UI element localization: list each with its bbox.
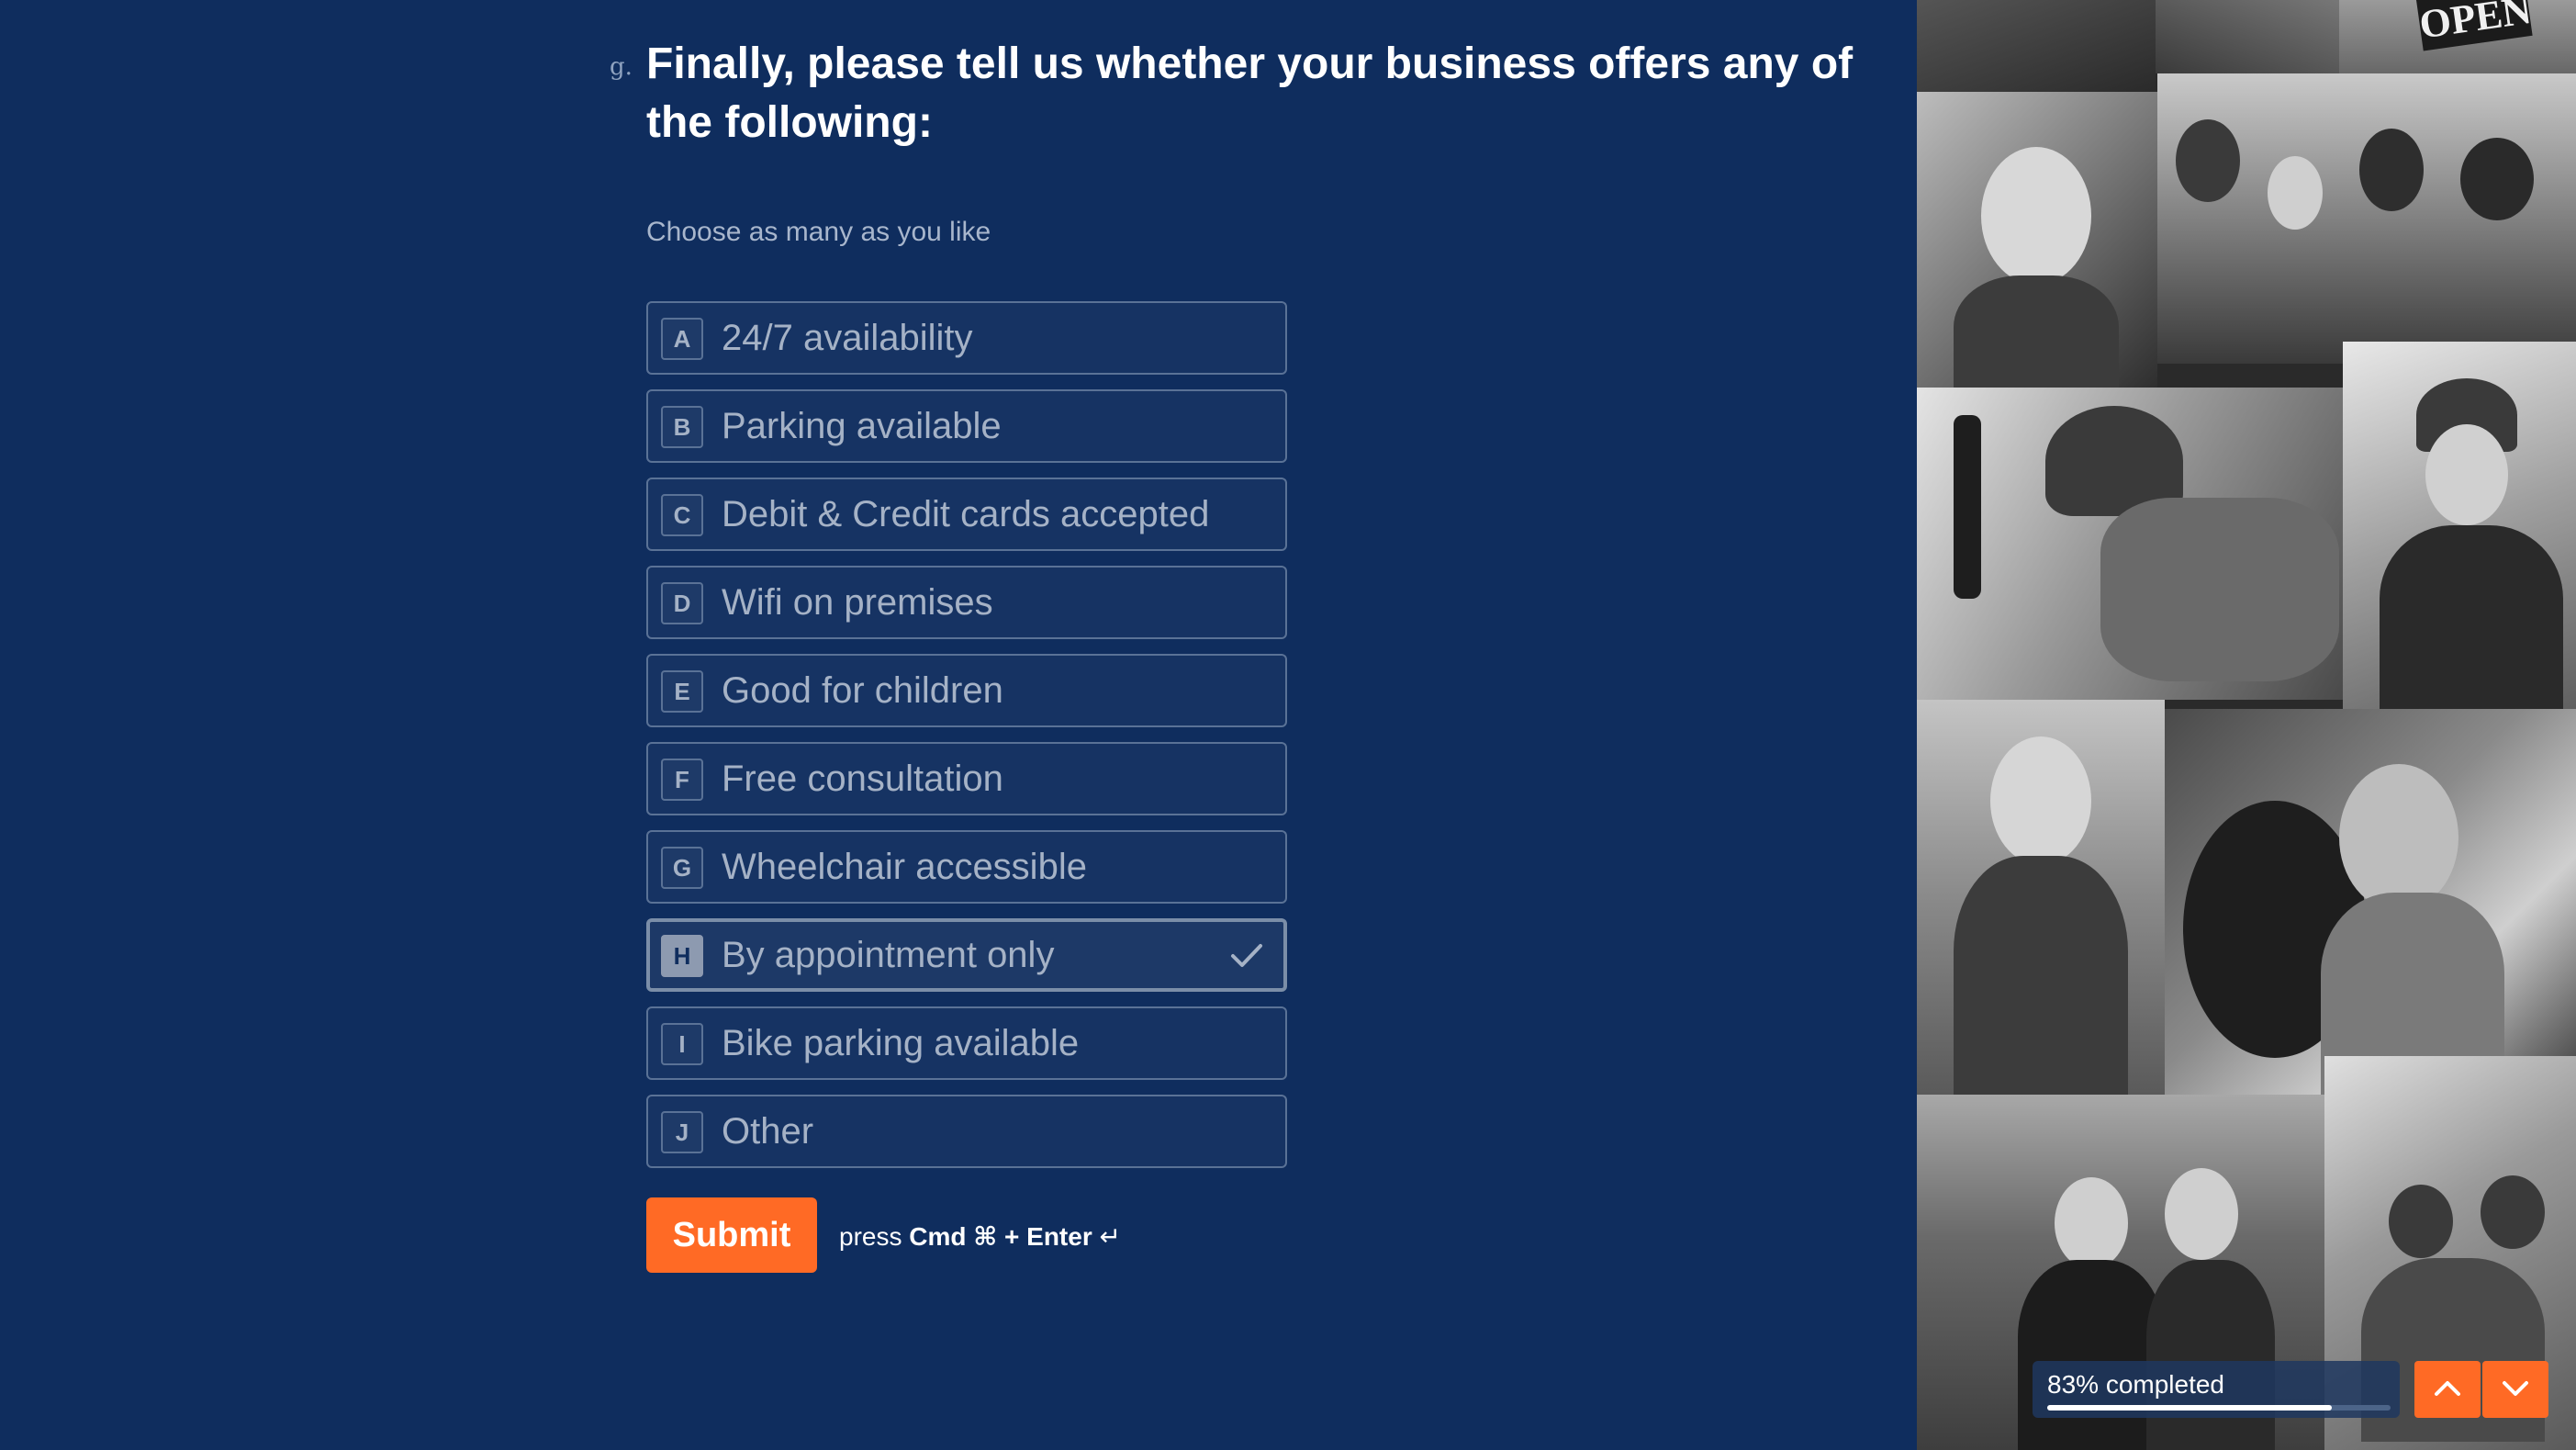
choice-label: Wifi on premises [722, 582, 993, 623]
progress-track [2047, 1405, 2391, 1411]
choice-a[interactable]: A 24/7 availability [646, 301, 1287, 375]
choice-b[interactable]: B Parking available [646, 389, 1287, 463]
choice-list: A 24/7 availability B Parking available … [646, 301, 1287, 1183]
enter-icon: ↵ [1099, 1222, 1121, 1251]
progress-fill [2047, 1405, 2333, 1411]
choice-label: Wheelchair accessible [722, 847, 1087, 887]
form-panel: g. Finally, please tell us whether your … [0, 0, 1917, 1450]
choice-key: G [661, 847, 703, 889]
collage-photo [2157, 73, 2576, 364]
hint-keys: Cmd ⌘ + Enter [909, 1222, 1092, 1251]
choice-label: Parking available [722, 406, 1002, 446]
choice-key: B [661, 406, 703, 448]
photo-collage [1917, 0, 2576, 1450]
chevron-down-icon [2503, 1380, 2528, 1396]
choice-label: Good for children [722, 670, 1003, 711]
choice-key: J [661, 1111, 703, 1153]
submit-shortcut-hint: press Cmd ⌘ + Enter ↵ [839, 1221, 1121, 1252]
choice-j[interactable]: J Other [646, 1095, 1287, 1168]
hint-prefix: press [839, 1222, 902, 1251]
choice-e[interactable]: E Good for children [646, 654, 1287, 727]
question-number: g. [610, 53, 633, 81]
question-hint: Choose as many as you like [646, 217, 991, 247]
progress-text: 83% completed [2047, 1370, 2225, 1399]
next-question-button[interactable] [2482, 1361, 2548, 1418]
choice-key: H [661, 935, 703, 977]
choice-i[interactable]: I Bike parking available [646, 1006, 1287, 1080]
choice-key: E [661, 670, 703, 713]
choice-key: I [661, 1023, 703, 1065]
choice-key: F [661, 759, 703, 801]
choice-c[interactable]: C Debit & Credit cards accepted [646, 478, 1287, 551]
collage-photo [1917, 388, 2343, 700]
choice-key: A [661, 318, 703, 360]
choice-label: Debit & Credit cards accepted [722, 494, 1210, 534]
question-title: Finally, please tell us whether your bus… [646, 39, 1854, 147]
previous-question-button[interactable] [2414, 1361, 2481, 1418]
choice-label: Free consultation [722, 759, 1003, 799]
choice-g[interactable]: G Wheelchair accessible [646, 830, 1287, 904]
collage-photo [2343, 342, 2576, 709]
collage-photo [2165, 709, 2576, 1095]
choice-label: Other [722, 1111, 814, 1152]
collage-photo [1917, 92, 2157, 388]
collage-photo [1917, 700, 2165, 1095]
submit-button[interactable]: Submit [646, 1197, 817, 1273]
choice-label: 24/7 availability [722, 318, 973, 358]
choice-key: D [661, 582, 703, 624]
checkmark-icon [1231, 944, 1262, 967]
choice-label: By appointment only [722, 935, 1055, 975]
choice-label: Bike parking available [722, 1023, 1080, 1063]
choice-f[interactable]: F Free consultation [646, 742, 1287, 815]
choice-h[interactable]: H By appointment only [646, 918, 1287, 992]
choice-key: C [661, 494, 703, 536]
progress-indicator: 83% completed [2033, 1361, 2400, 1418]
choice-d[interactable]: D Wifi on premises [646, 566, 1287, 639]
collage-photo [1917, 0, 2156, 92]
chevron-up-icon [2435, 1380, 2460, 1396]
collage-photo [2156, 0, 2339, 73]
